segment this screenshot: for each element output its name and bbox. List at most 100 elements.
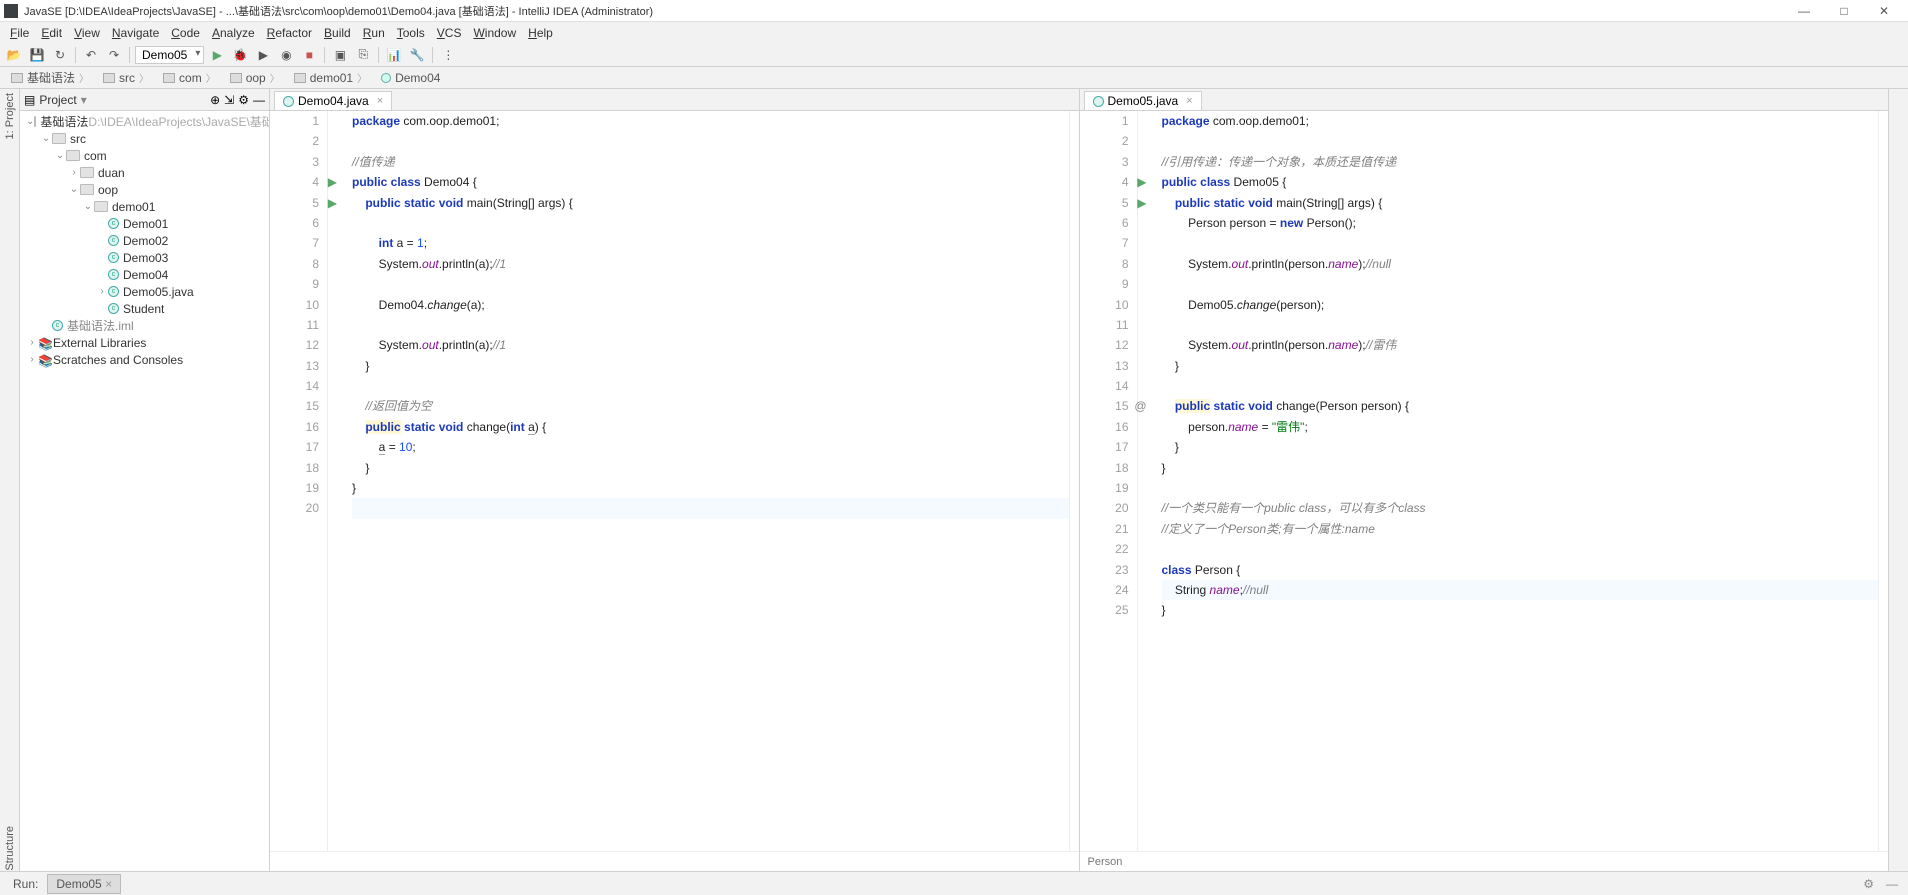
left-status [270, 851, 1079, 871]
menu-build[interactable]: Build [318, 24, 357, 42]
library-icon: 📚 [38, 337, 49, 348]
run-icon[interactable]: ▶ [207, 45, 227, 65]
java-file-icon: c [108, 218, 119, 229]
menu-window[interactable]: Window [467, 24, 522, 42]
run-tool-label[interactable]: Run: [4, 874, 47, 894]
breadcrumb-src[interactable]: src [96, 68, 156, 87]
breadcrumb-基础语法[interactable]: 基础语法 [4, 67, 96, 88]
java-file-icon: c [108, 303, 119, 314]
folder-icon [230, 73, 242, 83]
navbar: 基础语法srccomoopdemo01Demo04 [0, 67, 1908, 89]
tree-node[interactable]: ›cDemo05.java [20, 283, 269, 300]
menu-analyze[interactable]: Analyze [206, 24, 261, 42]
project-header: ▤ Project ▾ ⊕ ⇲ ⚙ — [20, 89, 269, 111]
titlebar: JavaSE [D:\IDEA\IdeaProjects\JavaSE] - .… [0, 0, 1908, 22]
library-icon: 📚 [38, 354, 49, 365]
tab-demo05[interactable]: Demo05.java × [1084, 91, 1202, 110]
tab-demo04[interactable]: Demo04.java × [274, 91, 392, 110]
breadcrumb-demo01[interactable]: demo01 [287, 68, 374, 87]
menu-vcs[interactable]: VCS [431, 24, 468, 42]
debug-icon[interactable]: 🐞 [230, 45, 250, 65]
minimize-button[interactable]: — [1784, 1, 1824, 21]
java-file-icon: c [108, 269, 119, 280]
structure-icon[interactable]: 📊 [384, 45, 404, 65]
close-tab-icon[interactable]: × [1186, 95, 1192, 107]
breadcrumb-com[interactable]: com [156, 68, 223, 87]
run-config-select[interactable]: Demo05 [135, 46, 204, 64]
structure-tool-tab[interactable]: Structure [4, 826, 16, 871]
app-icon [4, 4, 18, 18]
folder-icon [52, 133, 66, 144]
right-status: Person [1080, 851, 1889, 871]
gear-icon[interactable]: ⚙ [1857, 877, 1880, 891]
bottom-bar: Run: Demo05 × ⚙ — [0, 871, 1908, 895]
undo-icon[interactable]: ↶ [81, 45, 101, 65]
folder-icon [163, 73, 175, 83]
folder-icon [80, 184, 94, 195]
collapse-icon[interactable]: ⇲ [224, 93, 234, 107]
dropdown-icon[interactable]: ▾ [81, 93, 87, 107]
tree-node[interactable]: cDemo03 [20, 249, 269, 266]
profile-icon[interactable]: ◉ [276, 45, 296, 65]
hide-icon[interactable]: — [1880, 877, 1904, 891]
menu-code[interactable]: Code [165, 24, 206, 42]
scroll-icon[interactable]: ⊕ [210, 93, 220, 107]
more-icon[interactable]: ⋮ [438, 45, 458, 65]
project-icon: ▤ [24, 93, 35, 107]
left-tool-stripe: 1: Project Structure [0, 89, 20, 871]
coverage-icon[interactable]: ▶ [253, 45, 273, 65]
folder-icon [11, 73, 23, 83]
editor-tabs-left: Demo04.java × [270, 89, 1079, 111]
tree-node[interactable]: ⌄demo01 [20, 198, 269, 215]
tree-node[interactable]: ⌄oop [20, 181, 269, 198]
tree-node[interactable]: cDemo01 [20, 215, 269, 232]
attach-icon[interactable]: ⎘ [353, 45, 373, 65]
folder-icon [80, 167, 94, 178]
run-tab-demo05[interactable]: Demo05 × [47, 874, 121, 894]
java-file-icon [381, 73, 391, 83]
menu-run[interactable]: Run [357, 24, 391, 42]
project-label: Project [39, 93, 76, 107]
java-file-icon [283, 96, 294, 107]
menu-file[interactable]: File [4, 24, 35, 42]
tree-node[interactable]: ⌄src [20, 130, 269, 147]
gear-icon[interactable]: ⚙ [238, 93, 249, 107]
tree-node[interactable]: cDemo04 [20, 266, 269, 283]
breadcrumb-demo04[interactable]: Demo04 [374, 69, 451, 87]
redo-icon[interactable]: ↷ [104, 45, 124, 65]
tree-node[interactable]: cStudent [20, 300, 269, 317]
folder-icon [294, 73, 306, 83]
save-icon[interactable]: 💾 [27, 45, 47, 65]
menu-navigate[interactable]: Navigate [106, 24, 165, 42]
editor-left-code[interactable]: 1234567891011121314151617181920 package … [270, 111, 1079, 851]
tab-label: Demo04.java [298, 94, 369, 108]
menu-view[interactable]: View [68, 24, 106, 42]
project-tree[interactable]: ⌄基础语法 D:\IDEA\IdeaProjects\JavaSE\基础语法⌄s… [20, 111, 269, 871]
tree-node[interactable]: ⌄com [20, 147, 269, 164]
project-tool-tab[interactable]: 1: Project [4, 93, 16, 139]
menubar: FileEditViewNavigateCodeAnalyzeRefactorB… [0, 22, 1908, 43]
tree-node[interactable]: ›duan [20, 164, 269, 181]
settings-icon[interactable]: 🔧 [407, 45, 427, 65]
refresh-icon[interactable]: ↻ [50, 45, 70, 65]
stop-icon[interactable]: ■ [299, 45, 319, 65]
java-file-icon: c [52, 320, 63, 331]
java-file-icon: c [108, 286, 119, 297]
tree-node[interactable]: ⌄基础语法 D:\IDEA\IdeaProjects\JavaSE\基础语法 [20, 113, 269, 130]
breadcrumb-oop[interactable]: oop [223, 68, 287, 87]
tree-node[interactable]: cDemo02 [20, 232, 269, 249]
open-icon[interactable]: 📂 [4, 45, 24, 65]
build-icon[interactable]: ▣ [330, 45, 350, 65]
menu-edit[interactable]: Edit [35, 24, 68, 42]
menu-refactor[interactable]: Refactor [261, 24, 318, 42]
tree-node[interactable]: ›📚Scratches and Consoles [20, 351, 269, 368]
editor-right-code[interactable]: 123456789101112131415 @16171819202122232… [1080, 111, 1889, 851]
maximize-button[interactable]: □ [1824, 1, 1864, 21]
menu-help[interactable]: Help [522, 24, 559, 42]
hide-icon[interactable]: — [253, 93, 265, 107]
tree-node[interactable]: ›📚External Libraries [20, 334, 269, 351]
close-tab-icon[interactable]: × [377, 95, 383, 107]
close-button[interactable]: ✕ [1864, 1, 1904, 21]
menu-tools[interactable]: Tools [391, 24, 431, 42]
tree-node[interactable]: c基础语法.iml [20, 317, 269, 334]
